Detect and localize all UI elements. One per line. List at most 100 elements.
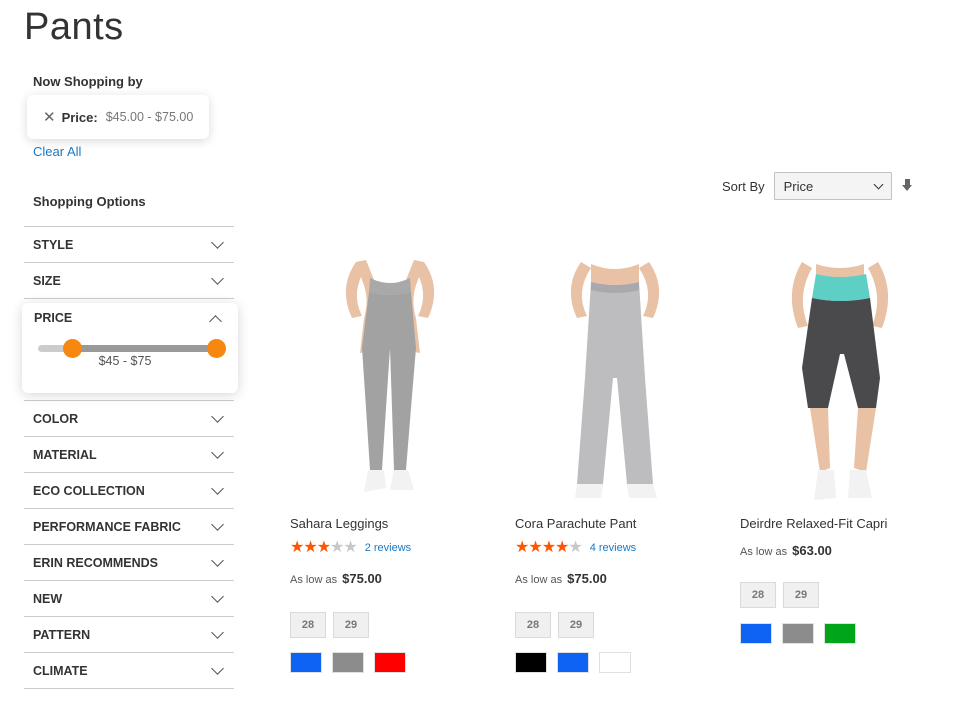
price-slider-range [71, 345, 216, 352]
clear-all-link[interactable]: Clear All [33, 144, 81, 159]
reviews-link[interactable]: 2 reviews [365, 542, 411, 554]
chevron-down-icon [211, 589, 224, 603]
size-option[interactable]: 28 [515, 612, 551, 638]
chevron-down-icon [873, 179, 884, 189]
filter-size[interactable]: SIZE [24, 262, 234, 298]
size-options: 28 29 [515, 612, 594, 638]
product-price: As low as $63.00 [740, 543, 832, 558]
product-rating: ★ ★ ★ ★ ★ 4 reviews [515, 540, 636, 556]
filter-price-toggle[interactable]: PRICE [34, 311, 72, 325]
sort-direction-arrow-icon[interactable] [901, 179, 914, 193]
color-swatch[interactable] [332, 652, 364, 673]
filter-eco-collection[interactable]: ECO COLLECTION [24, 472, 234, 508]
filter-list: STYLE SIZE COLOR MATERIAL ECO COLLECTION… [24, 226, 234, 689]
filter-price-panel: PRICE $45 - $75 [22, 303, 238, 393]
chevron-down-icon [211, 625, 224, 639]
color-swatch[interactable] [374, 652, 406, 673]
filter-list-divider [24, 688, 234, 689]
product-image[interactable] [290, 258, 490, 508]
filter-label: ECO COLLECTION [33, 483, 145, 498]
price-amount: $63.00 [792, 543, 832, 558]
shopping-options-heading: Shopping Options [33, 194, 146, 209]
color-swatch[interactable] [557, 652, 589, 673]
color-swatch[interactable] [290, 652, 322, 673]
chevron-down-icon [211, 517, 224, 531]
filter-style[interactable]: STYLE [24, 226, 234, 262]
chevron-down-icon [211, 235, 224, 249]
price-prefix: As low as [740, 546, 788, 558]
rating-stars: ★ ★ ★ ★ ★ [290, 539, 358, 556]
filter-label: PERFORMANCE FABRIC [33, 519, 181, 534]
star-empty-icon: ★ [330, 539, 344, 556]
color-swatch[interactable] [515, 652, 547, 673]
product-name[interactable]: Deirdre Relaxed-Fit Capri [740, 516, 887, 531]
color-swatch[interactable] [824, 623, 856, 644]
star-filled-icon: ★ [528, 539, 542, 556]
active-filter-value: $45.00 - $75.00 [105, 110, 194, 124]
filter-label: PATTERN [33, 627, 91, 642]
price-slider[interactable] [38, 339, 226, 358]
color-swatch[interactable] [782, 623, 814, 644]
chevron-down-icon [211, 481, 224, 495]
star-filled-icon: ★ [555, 539, 569, 556]
now-shopping-heading: Now Shopping by [33, 74, 143, 89]
star-filled-icon: ★ [541, 539, 556, 556]
price-prefix: As low as [515, 574, 563, 586]
size-option[interactable]: 29 [333, 612, 369, 638]
star-filled-icon: ★ [515, 539, 529, 556]
star-filled-icon: ★ [303, 539, 317, 556]
size-option[interactable]: 29 [783, 582, 819, 608]
size-option[interactable]: 29 [558, 612, 594, 638]
color-swatch[interactable] [599, 652, 631, 673]
size-option[interactable]: 28 [740, 582, 776, 608]
chevron-up-icon[interactable] [209, 315, 222, 328]
product-price: As low as $75.00 [515, 571, 607, 586]
color-swatches [515, 652, 631, 673]
sort-select[interactable]: Price [773, 172, 892, 200]
price-range-text: $45 - $75 [98, 354, 152, 368]
active-filter-price: ✕ Price: $45.00 - $75.00 [27, 95, 209, 139]
rating-stars: ★ ★ ★ ★ ★ [515, 539, 583, 556]
product-rating: ★ ★ ★ ★ ★ 2 reviews [290, 540, 411, 556]
filter-label: SIZE [33, 273, 61, 288]
product-image[interactable] [515, 258, 715, 508]
size-option[interactable]: 28 [290, 612, 326, 638]
sort-label: Sort By [722, 178, 765, 194]
star-empty-icon: ★ [343, 539, 357, 556]
product-image[interactable] [740, 258, 940, 508]
sort-selected-value: Price [783, 178, 814, 194]
star-filled-icon: ★ [316, 539, 331, 556]
chevron-down-icon [211, 445, 224, 459]
price-amount: $75.00 [342, 571, 382, 586]
remove-filter-icon[interactable]: ✕ [43, 110, 56, 125]
size-options: 28 29 [290, 612, 369, 638]
filter-label: NEW [33, 591, 63, 606]
filter-erin-recommends[interactable]: ERIN RECOMMENDS [24, 544, 234, 580]
product-name[interactable]: Sahara Leggings [290, 516, 388, 531]
sort-toolbar: Sort By Price [722, 172, 914, 200]
filter-material[interactable]: MATERIAL [24, 436, 234, 472]
filter-new[interactable]: NEW [24, 580, 234, 616]
filter-label: COLOR [33, 411, 79, 426]
reviews-link[interactable]: 4 reviews [590, 542, 636, 554]
price-amount: $75.00 [567, 571, 607, 586]
star-empty-icon: ★ [568, 539, 582, 556]
product-price: As low as $75.00 [290, 571, 382, 586]
size-options: 28 29 [740, 582, 819, 608]
filter-label: MATERIAL [33, 447, 97, 462]
page-title: Pants [24, 6, 124, 48]
active-filter-label: Price: [61, 109, 98, 125]
filter-label: ERIN RECOMMENDS [33, 555, 159, 570]
price-prefix: As low as [290, 574, 338, 586]
color-swatches [290, 652, 406, 673]
filter-performance-fabric[interactable]: PERFORMANCE FABRIC [24, 508, 234, 544]
chevron-down-icon [211, 553, 224, 567]
filter-color[interactable]: COLOR [24, 400, 234, 436]
filter-pattern[interactable]: PATTERN [24, 616, 234, 652]
chevron-down-icon [211, 271, 224, 285]
filter-climate[interactable]: CLIMATE [24, 652, 234, 688]
chevron-down-icon [211, 661, 224, 675]
product-name[interactable]: Cora Parachute Pant [515, 516, 636, 531]
color-swatch[interactable] [740, 623, 772, 644]
star-filled-icon: ★ [290, 539, 304, 556]
